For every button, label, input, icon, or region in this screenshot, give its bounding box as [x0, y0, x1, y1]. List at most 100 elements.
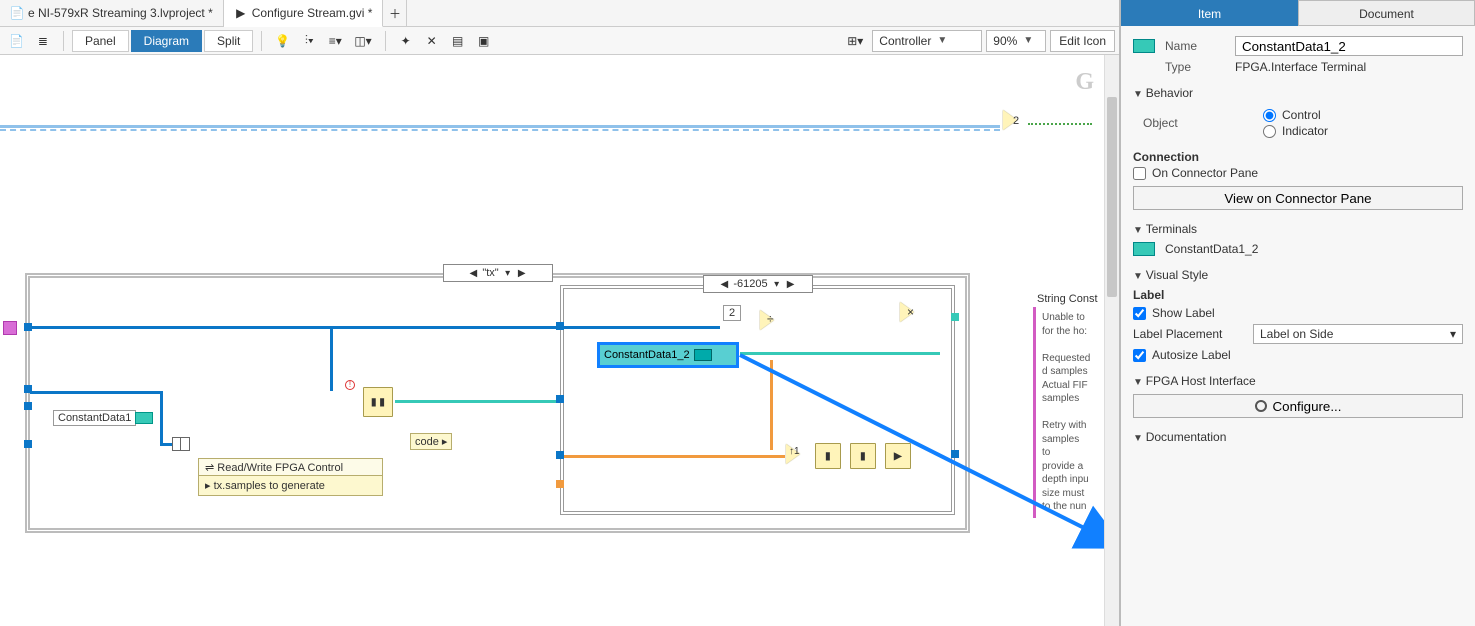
- arrow-left-icon[interactable]: ◀: [719, 279, 729, 290]
- label-placement-label: Label Placement: [1133, 327, 1253, 341]
- toolbar: 📄 ≣ Panel Diagram Split 💡 ⫶▾ ≡▾ ◫▾ ✦ ✕ ▤…: [0, 27, 1119, 55]
- cluster-terminal[interactable]: [3, 321, 17, 335]
- label-placement-select[interactable]: Label on Side▾: [1253, 324, 1463, 344]
- constantdata1-2-label: ConstantData1_2: [604, 349, 690, 361]
- error-dot-icon: !: [345, 380, 355, 390]
- g-watermark: G: [1075, 69, 1094, 96]
- label-label: Label: [1133, 288, 1463, 302]
- arrow-left-icon[interactable]: ◀: [468, 268, 478, 279]
- outer-case-label: "tx": [482, 267, 498, 279]
- mode-split[interactable]: Split: [204, 30, 253, 52]
- grid-icon[interactable]: ▤: [446, 29, 470, 53]
- vertical-scrollbar[interactable]: [1104, 55, 1119, 626]
- inspector-tab-item[interactable]: Item: [1121, 0, 1298, 26]
- terminal-name: ConstantData1_2: [1165, 242, 1258, 256]
- terminal-row[interactable]: ConstantData1_2: [1133, 242, 1463, 256]
- target-select[interactable]: Controller ▼: [872, 30, 982, 52]
- terminal-icon: [694, 349, 712, 361]
- block-diagram-canvas[interactable]: G 2 ◀ "tx" ▾ ▶ ◀ -61205 ▾ ▶: [0, 55, 1119, 626]
- documentation-section: Documentation: [1133, 430, 1463, 444]
- view-connector-pane-button[interactable]: View on Connector Pane: [1133, 186, 1463, 210]
- clear-icon[interactable]: ✕: [420, 29, 444, 53]
- vi-icon: ▶: [234, 6, 248, 20]
- visual-header[interactable]: Visual Style: [1133, 268, 1463, 282]
- string-const-value: Unable tofor the ho: Requestedd samplesA…: [1033, 307, 1095, 518]
- tab-add[interactable]: ＋: [383, 0, 407, 27]
- configure-button[interactable]: Configure...: [1133, 394, 1463, 418]
- type-label: Type: [1165, 60, 1235, 74]
- align-icon[interactable]: ⫶▾: [297, 29, 321, 53]
- inner-case-selector[interactable]: ◀ -61205 ▾ ▶: [703, 275, 813, 293]
- tab-project[interactable]: 📄 e NI-579xR Streaming 3.lvproject *: [0, 0, 224, 27]
- blocks-icon[interactable]: ▣: [472, 29, 496, 53]
- tx-samples-property[interactable]: ▸ tx.samples to generate: [198, 475, 383, 496]
- terminals-section: Terminals ConstantData1_2: [1133, 222, 1463, 256]
- documentation-header[interactable]: Documentation: [1133, 430, 1463, 444]
- target-select-label: Controller: [879, 34, 931, 48]
- edit-icon-button[interactable]: Edit Icon: [1050, 30, 1115, 52]
- terminal-icon: [1133, 242, 1155, 256]
- const-two-top: 2: [1013, 115, 1019, 127]
- name-label: Name: [1165, 39, 1235, 53]
- chevron-down-icon[interactable]: ▾: [503, 268, 513, 279]
- constantdata1-label: ConstantData1: [53, 410, 136, 426]
- inner-case-structure[interactable]: ◀ -61205 ▾ ▶: [560, 285, 955, 515]
- inspector-tab-document[interactable]: Document: [1298, 0, 1475, 26]
- group-icon[interactable]: ◫▾: [349, 29, 376, 53]
- tab-project-label: e NI-579xR Streaming 3.lvproject *: [28, 6, 213, 20]
- node-a[interactable]: ▮: [815, 443, 841, 469]
- project-icon: 📄: [10, 6, 24, 20]
- document-tabs: 📄 e NI-579xR Streaming 3.lvproject * ▶ C…: [0, 0, 1119, 27]
- autosize-label-check[interactable]: Autosize Label: [1133, 348, 1463, 362]
- zoom-label: 90%: [993, 34, 1017, 48]
- object-control-radio[interactable]: Control: [1263, 108, 1328, 122]
- bundle-node[interactable]: [172, 437, 190, 451]
- fpga-host-header[interactable]: FPGA Host Interface: [1133, 374, 1463, 388]
- inner-case-label: -61205: [733, 278, 767, 290]
- object-indicator-radio[interactable]: Indicator: [1263, 124, 1328, 138]
- object-label: Object: [1143, 116, 1263, 130]
- chevron-down-icon: ▾: [1450, 327, 1456, 341]
- outer-case-selector[interactable]: ◀ "tx" ▾ ▶: [443, 264, 553, 282]
- chevron-down-icon: ▼: [937, 35, 947, 46]
- idea-icon[interactable]: 💡: [270, 29, 295, 53]
- connection-label: Connection: [1133, 150, 1463, 164]
- chevron-down-icon[interactable]: ▾: [772, 279, 782, 290]
- arrow-right-icon[interactable]: ▶: [786, 279, 796, 290]
- name-input[interactable]: [1235, 36, 1463, 56]
- fpga-host-section: FPGA Host Interface Configure...: [1133, 374, 1463, 418]
- tab-gvi-label: Configure Stream.gvi *: [252, 6, 373, 20]
- zoom-select[interactable]: 90% ▼: [986, 30, 1046, 52]
- node-b[interactable]: ▮: [850, 443, 876, 469]
- distribute-icon[interactable]: ≡▾: [323, 29, 347, 53]
- layout-icon[interactable]: ⊞▾: [842, 29, 868, 53]
- tab-gvi[interactable]: ▶ Configure Stream.gvi *: [224, 0, 384, 27]
- multiply-icon: ×: [907, 305, 914, 319]
- visual-style-section: Visual Style Label Show Label Label Plac…: [1133, 268, 1463, 362]
- cleanup-icon[interactable]: ✦: [394, 29, 418, 53]
- gear-icon: [1255, 400, 1267, 412]
- constantdata1-2-terminal[interactable]: ConstantData1_2: [597, 342, 739, 368]
- terminals-header[interactable]: Terminals: [1133, 222, 1463, 236]
- fifo-node[interactable]: ▮▮: [363, 387, 393, 417]
- constantdata1-terminal[interactable]: [135, 412, 153, 424]
- const-two[interactable]: 2: [723, 305, 741, 321]
- on-connector-pane-check[interactable]: On Connector Pane: [1133, 166, 1463, 180]
- show-label-check[interactable]: Show Label: [1133, 306, 1463, 320]
- code-node[interactable]: code ▸: [410, 433, 452, 450]
- mode-diagram[interactable]: Diagram: [131, 30, 202, 52]
- behavior-section: Behavior Object Control Indicator Connec…: [1133, 86, 1463, 210]
- terminal-icon: [1133, 39, 1155, 53]
- type-value: FPGA.Interface Terminal: [1235, 60, 1366, 74]
- string-const-label: String Const: [1033, 292, 1102, 306]
- inspector-panel: Item Document Name Type FPGA.Interface T…: [1120, 0, 1475, 626]
- mode-panel[interactable]: Panel: [72, 30, 129, 52]
- divide-icon: ÷: [767, 312, 774, 326]
- increment-icon: ↑1: [789, 446, 800, 457]
- node-c[interactable]: ▶: [885, 443, 911, 469]
- arrow-right-icon[interactable]: ▶: [517, 268, 527, 279]
- file-icon[interactable]: 📄: [4, 29, 29, 53]
- chevron-down-icon: ▼: [1023, 35, 1033, 46]
- behavior-header[interactable]: Behavior: [1133, 86, 1463, 100]
- db-icon[interactable]: ≣: [31, 29, 55, 53]
